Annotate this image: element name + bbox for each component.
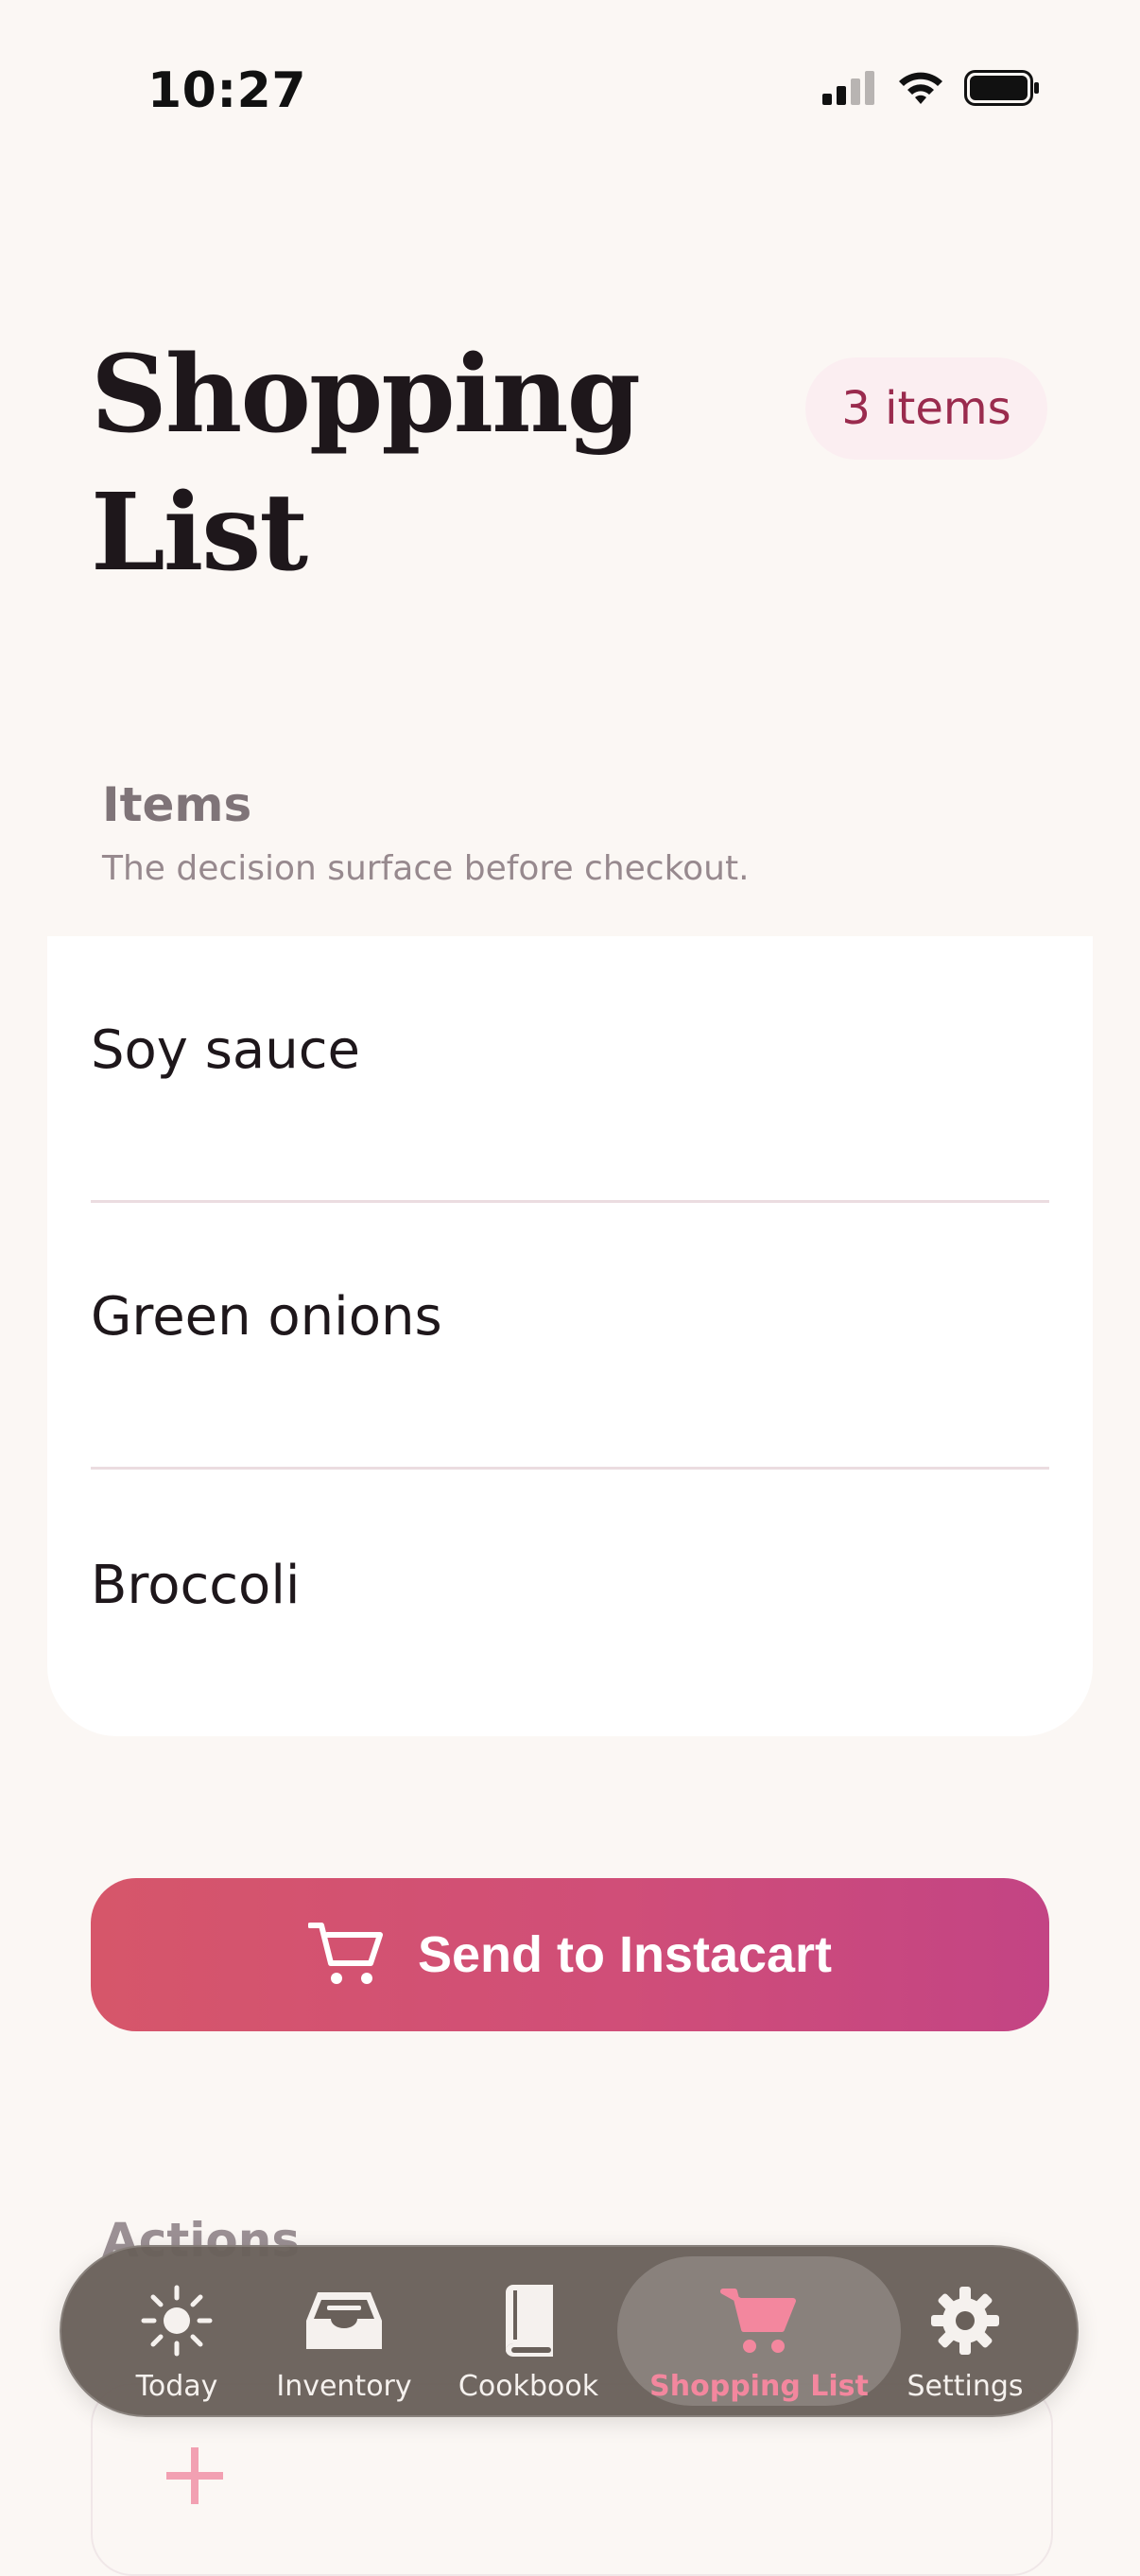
tab-today-label: Today: [135, 2370, 218, 2403]
add-icon[interactable]: [166, 2447, 223, 2504]
send-to-instacart-label: Send to Instacart: [417, 1926, 833, 1983]
tab-today[interactable]: Today: [116, 2247, 237, 2415]
cellular-signal-icon: [822, 71, 877, 109]
tab-cookbook-label: Cookbook: [458, 2370, 599, 2403]
list-item[interactable]: Broccoli: [91, 1470, 1049, 1736]
tab-shopping-list[interactable]: Shopping List: [627, 2247, 891, 2415]
item-count-badge: 3 items: [805, 357, 1047, 460]
tab-shopping-list-label: Shopping List: [649, 2370, 869, 2403]
status-icons: [822, 70, 1040, 110]
battery-icon: [964, 70, 1040, 110]
tab-inventory-label: Inventory: [276, 2370, 412, 2403]
wifi-icon: [896, 70, 945, 110]
tab-cookbook[interactable]: Cookbook: [457, 2247, 600, 2415]
tab-settings-label: Settings: [907, 2370, 1024, 2403]
status-time: 10:27: [147, 62, 307, 119]
tray-icon: [304, 2281, 384, 2360]
items-section-title: Items: [102, 777, 252, 832]
list-item-label: Broccoli: [91, 1554, 301, 1616]
list-item[interactable]: Green onions: [91, 1203, 1049, 1470]
book-icon: [489, 2281, 568, 2360]
tab-inventory[interactable]: Inventory: [275, 2247, 413, 2415]
tab-settings[interactable]: Settings: [899, 2247, 1031, 2415]
send-to-instacart-button[interactable]: Send to Instacart: [91, 1878, 1049, 2031]
items-section-subtitle: The decision surface before checkout.: [102, 849, 750, 888]
gear-icon: [925, 2281, 1005, 2360]
list-item[interactable]: Soy sauce: [91, 936, 1049, 1203]
list-item-label: Green onions: [91, 1286, 442, 1348]
page-title: Shopping List: [91, 326, 696, 602]
page-title-line-2: List: [91, 471, 308, 595]
list-item-label: Soy sauce: [91, 1019, 360, 1081]
sun-icon: [137, 2281, 216, 2360]
page-title-line-1: Shopping: [91, 333, 641, 457]
status-bar: 10:27: [0, 0, 1140, 189]
cart-icon: [719, 2281, 799, 2360]
tab-bar: Today Inventory Cookbook Shopping List S…: [60, 2245, 1079, 2417]
cart-icon: [306, 1920, 386, 1991]
items-list: Soy sauce Green onions Broccoli: [47, 936, 1093, 1736]
